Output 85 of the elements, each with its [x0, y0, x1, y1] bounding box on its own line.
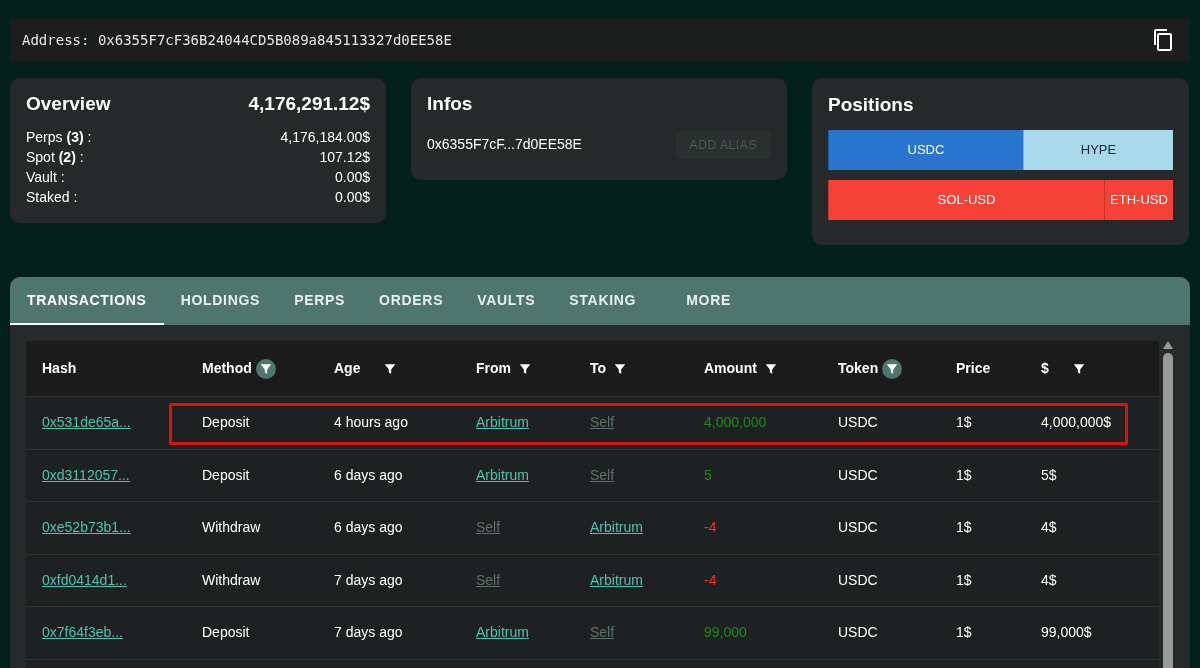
tab[interactable]: STAKING	[552, 277, 654, 325]
method-cell: Deposit	[202, 414, 250, 431]
amount-cell: -4	[704, 519, 717, 536]
address-link[interactable]: Self	[590, 414, 615, 431]
usd-cell: 4,000,000$	[1041, 414, 1112, 431]
overview-value: 107.12$	[319, 147, 370, 167]
position-bar[interactable]: USDC	[828, 129, 1023, 170]
filter-icon[interactable]	[882, 358, 903, 379]
tab[interactable]: PERPS	[277, 277, 363, 325]
age-cell: 7 days ago	[334, 624, 403, 641]
column-header: From	[476, 359, 511, 378]
token-cell: USDC	[838, 571, 878, 588]
amount-cell: 99,000	[704, 624, 747, 641]
address-link[interactable]: Arbitrum	[476, 624, 529, 641]
overview-total: 4,176,291.12$	[248, 92, 370, 116]
hash-link[interactable]: 0x7f64f3eb...	[42, 624, 123, 641]
column-header: Price	[956, 359, 991, 378]
age-cell: 7 days ago	[334, 571, 403, 588]
age-cell: 6 days ago	[334, 519, 403, 536]
address-link[interactable]: Arbitrum	[476, 414, 529, 431]
position-bar[interactable]: HYPE	[1022, 129, 1173, 170]
scrollbar-thumb[interactable]	[1163, 353, 1173, 668]
amount-cell: 4,000,000	[704, 414, 767, 431]
token-cell: USDC	[838, 466, 878, 483]
price-cell: 1$	[956, 466, 972, 483]
position-bar[interactable]: ETH-USD	[1104, 179, 1173, 220]
address-link[interactable]: Self	[476, 571, 501, 588]
token-cell: USDC	[838, 624, 878, 641]
overview-label: Staked :	[26, 187, 78, 207]
price-cell: 1$	[956, 571, 972, 588]
column-header: $	[1041, 359, 1049, 378]
address-text: Address: 0x6355F7cF36B24044CD5B089a845113327d0EE58E	[22, 30, 452, 50]
hash-link[interactable]: 0xd3112057...	[42, 466, 130, 483]
token-cell: USDC	[838, 519, 878, 536]
column-header: Method	[202, 359, 252, 378]
price-cell: 1$	[956, 624, 972, 641]
usd-cell: 4$	[1041, 519, 1057, 536]
overview-value: 4,176,184.00$	[280, 127, 370, 147]
overview-title: Overview	[26, 92, 111, 116]
amount-cell: -4	[704, 571, 717, 588]
address-link[interactable]: Self	[590, 624, 615, 641]
hash-link[interactable]: 0x531de65a...	[42, 414, 131, 431]
overview-value: 0.00$	[334, 167, 370, 187]
scrollbar[interactable]	[1162, 341, 1174, 668]
overview-value: 0.00$	[334, 187, 370, 207]
amount-cell: 5	[704, 466, 712, 483]
hash-link[interactable]: 0xe52b73b1...	[42, 519, 131, 536]
age-cell: 6 days ago	[334, 466, 403, 483]
method-cell: Deposit	[202, 466, 250, 483]
price-cell: 1$	[956, 414, 972, 431]
address-link[interactable]: Arbitrum	[476, 466, 529, 483]
usd-cell: 5$	[1041, 466, 1057, 483]
address-link[interactable]: Self	[590, 466, 615, 483]
hash-link[interactable]: 0xfd0414d1...	[42, 571, 127, 588]
usd-cell: 4$	[1041, 571, 1057, 588]
column-header: To	[590, 359, 607, 378]
usd-cell: 99,000$	[1041, 624, 1092, 641]
tab[interactable]: HOLDINGS	[163, 277, 278, 325]
tab[interactable]: TRANSACTIONS	[10, 277, 164, 325]
tab[interactable]: MORE	[669, 277, 748, 325]
age-cell: 4 hours ago	[334, 414, 408, 431]
price-cell: 1$	[956, 519, 972, 536]
filter-icon[interactable]	[255, 358, 276, 379]
address-link[interactable]: Arbitrum	[590, 571, 643, 588]
column-header: Amount	[704, 359, 757, 378]
position-bar[interactable]: SOL-USD	[828, 179, 1104, 220]
overview-label: Perps (3) :	[26, 127, 92, 147]
column-header: Token	[838, 359, 879, 378]
overview-label: Vault :	[26, 167, 65, 187]
address-link[interactable]: Arbitrum	[590, 519, 643, 536]
short-address: 0x6355F7cF...7d0EE58E	[427, 135, 582, 154]
token-cell: USDC	[838, 414, 878, 431]
tab[interactable]: ORDERS	[362, 277, 461, 325]
method-cell: Withdraw	[202, 571, 261, 588]
tab[interactable]: VAULTS	[460, 277, 553, 325]
infos-title: Infos	[427, 92, 474, 116]
column-header: Age	[334, 359, 361, 378]
positions-title: Positions	[828, 93, 915, 117]
address-link[interactable]: Self	[476, 519, 501, 536]
method-cell: Withdraw	[202, 519, 261, 536]
copy-icon[interactable]	[1152, 28, 1174, 52]
overview-label: Spot (2) :	[26, 147, 84, 167]
method-cell: Deposit	[202, 624, 250, 641]
scroll-up-icon[interactable]	[1163, 341, 1173, 349]
column-header: Hash	[42, 359, 77, 378]
